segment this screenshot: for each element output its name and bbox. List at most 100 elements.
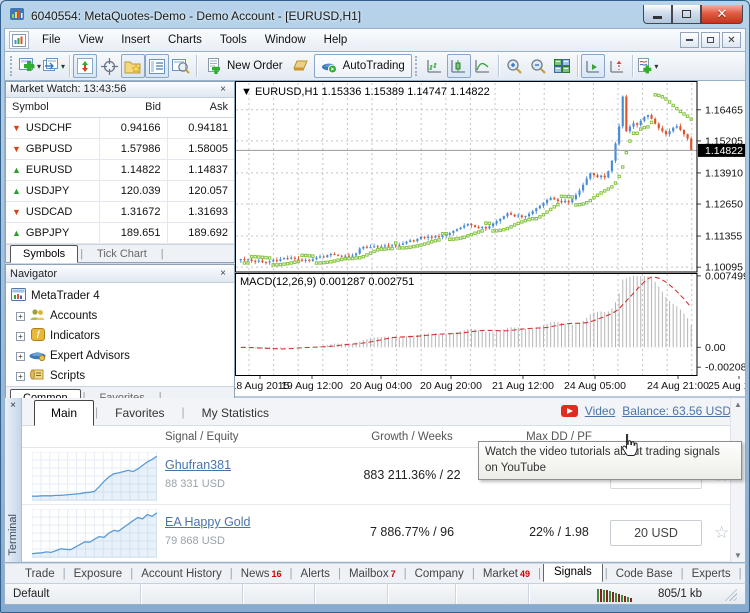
maximize-button[interactable] — [672, 5, 701, 24]
favorite-star-icon[interactable]: ☆ — [714, 523, 729, 543]
terminal-tab-exposure[interactable]: Exposure — [68, 566, 129, 582]
candlestick-chart-icon — [451, 59, 466, 74]
profiles-button[interactable]: ▾ — [42, 54, 66, 78]
navigator-toggle-button[interactable] — [121, 54, 145, 78]
candlestick-chart-button[interactable] — [447, 54, 471, 78]
expand-icon[interactable]: + — [16, 332, 25, 341]
menu-item-file[interactable]: File — [33, 31, 70, 49]
signal-row-ea-happy-gold[interactable]: EA Happy Gold79 868 USD7 886.77% / 9622%… — [22, 505, 745, 562]
expand-icon[interactable]: + — [16, 372, 25, 381]
svg-text:25 Aug 13:00: 25 Aug 13:00 — [708, 380, 745, 392]
chart-document-icon[interactable] — [9, 31, 29, 49]
crosshair-button[interactable] — [97, 54, 121, 78]
market-watch-row-eurusd[interactable]: ▲EURUSD1.148221.14837 — [6, 160, 234, 181]
scroll-down-icon[interactable]: ▼ — [734, 551, 742, 560]
market-watch-row-usdchf[interactable]: ▼USDCHF0.941660.94181 — [6, 118, 234, 139]
minimize-button[interactable] — [643, 5, 672, 24]
zoom-in-button[interactable] — [502, 54, 526, 78]
terminal-tab-jou[interactable]: Jou — [744, 566, 746, 582]
signal-name-link[interactable]: EA Happy Gold — [165, 515, 250, 529]
market-watch-toggle-button[interactable] — [73, 54, 97, 78]
bar-chart-button[interactable] — [423, 54, 447, 78]
mdi-close-button[interactable]: ✕ — [722, 32, 741, 48]
autotrading-button[interactable]: AutoTrading — [314, 54, 412, 78]
mdi-restore-button[interactable] — [701, 32, 720, 48]
terminal-tab-mailbox[interactable]: Mailbox7 — [343, 566, 402, 582]
tile-windows-button[interactable] — [550, 54, 574, 78]
signals-tab-main[interactable]: Main — [34, 400, 94, 426]
market-watch-row-usdcad[interactable]: ▼USDCAD1.316721.31693 — [6, 202, 234, 223]
tree-item-scripts[interactable]: +Scripts — [10, 366, 234, 386]
close-button[interactable]: ✕ — [701, 5, 743, 24]
menu-item-charts[interactable]: Charts — [159, 31, 211, 49]
menu-item-view[interactable]: View — [70, 31, 113, 49]
signals-tab-favorites[interactable]: Favorites — [99, 401, 180, 425]
profile-indicator[interactable]: Default — [5, 584, 141, 604]
new-order-button[interactable]: New Order — [200, 54, 290, 78]
menu-item-help[interactable]: Help — [315, 31, 357, 49]
terminal-tab-signals[interactable]: Signals — [543, 563, 603, 582]
balance-link[interactable]: Balance: 63.56 USD — [622, 404, 731, 418]
terminal-tab-experts[interactable]: Experts — [686, 566, 737, 582]
expand-icon[interactable]: + — [16, 352, 25, 361]
youtube-icon[interactable] — [561, 405, 578, 417]
market-watch-row-gbpjpy[interactable]: ▲GBPJPY189.651189.692 — [6, 223, 234, 244]
terminal-tab-company[interactable]: Company — [409, 566, 470, 582]
signal-equity: 88 331 USD — [165, 478, 225, 490]
indicators-button[interactable]: ▾ — [636, 54, 660, 78]
terminal-tab-account-history[interactable]: Account History — [135, 566, 228, 582]
tree-item-indicators[interactable]: +fIndicators — [10, 326, 234, 346]
column-header-signal-equity[interactable]: Signal / Equity — [165, 431, 325, 443]
market-watch-row-gbpusd[interactable]: ▼GBPUSD1.579861.58005 — [6, 139, 234, 160]
indicators-dropdown[interactable]: ▾ — [654, 62, 658, 71]
column-header-bid[interactable]: Bid — [99, 98, 167, 118]
zoom-out-button[interactable] — [526, 54, 550, 78]
price-chart[interactable]: 1.164651.152051.139101.126501.113551.100… — [235, 81, 745, 396]
menu-item-insert[interactable]: Insert — [112, 31, 159, 49]
menu-item-tools[interactable]: Tools — [211, 31, 256, 49]
signals-tab-my-statistics[interactable]: My Statistics — [186, 401, 285, 425]
tab-symbols[interactable]: Symbols — [10, 245, 78, 263]
column-header-symbol[interactable]: Symbol — [6, 98, 99, 118]
market-watch-header[interactable]: Market Watch: 13:43:56 × — [6, 82, 234, 98]
terminal-tab-alerts[interactable]: Alerts — [295, 566, 336, 582]
tree-item-accounts[interactable]: +Accounts — [10, 306, 234, 326]
video-link[interactable]: Video — [585, 404, 615, 418]
terminal-tab-code-base[interactable]: Code Base — [610, 566, 679, 582]
resize-grip[interactable] — [723, 587, 737, 601]
strategy-tester-button[interactable] — [169, 54, 193, 78]
profiles-dropdown[interactable]: ▾ — [61, 62, 65, 71]
terminal-close-icon[interactable]: × — [10, 400, 16, 411]
scroll-up-icon[interactable]: ▲ — [734, 400, 742, 409]
styles-button[interactable] — [290, 54, 314, 78]
bid-cell: 120.039 — [99, 181, 167, 202]
tab-tick-chart[interactable]: Tick Chart — [85, 246, 159, 262]
signal-price-button[interactable]: 20 USD — [610, 520, 702, 546]
toolbar-grip2[interactable] — [415, 56, 420, 76]
tree-item-expert-advisors[interactable]: +Expert Advisors — [10, 346, 234, 366]
navigator-header[interactable]: Navigator × — [6, 265, 234, 283]
expand-icon[interactable]: + — [16, 312, 25, 321]
auto-scroll-button[interactable] — [581, 54, 605, 78]
line-chart-button[interactable] — [471, 54, 495, 78]
terminal-toggle-button[interactable] — [145, 54, 169, 78]
signal-name-link[interactable]: Ghufran381 — [165, 458, 231, 472]
menu-item-window[interactable]: Window — [256, 31, 315, 49]
market-watch-close-icon[interactable]: × — [216, 84, 230, 95]
terminal-tab-market[interactable]: Market49 — [477, 566, 536, 582]
terminal-tab-news[interactable]: News16 — [235, 566, 288, 582]
chart-shift-button[interactable] — [605, 54, 629, 78]
tree-item-metatrader4[interactable]: MetaTrader 4 — [10, 286, 234, 306]
new-chart-dropdown[interactable]: ▾ — [37, 62, 41, 71]
column-header-growth-weeks[interactable]: Growth / Weeks — [332, 431, 492, 443]
column-header-ask[interactable]: Ask — [167, 98, 234, 118]
terminal-tab-trade[interactable]: Trade — [19, 566, 61, 582]
tab-separator: | — [63, 568, 66, 580]
mdi-minimize-button[interactable] — [680, 32, 699, 48]
navigator-tree: MetaTrader 4+Accounts+fIndicators+Expert… — [6, 283, 234, 386]
navigator-close-icon[interactable]: × — [216, 268, 230, 279]
toolbar-grip[interactable] — [10, 56, 15, 76]
chart-window[interactable]: 1.164651.152051.139101.126501.113551.100… — [235, 81, 745, 396]
new-chart-button[interactable]: ▾ — [18, 54, 42, 78]
market-watch-row-usdjpy[interactable]: ▲USDJPY120.039120.057 — [6, 181, 234, 202]
